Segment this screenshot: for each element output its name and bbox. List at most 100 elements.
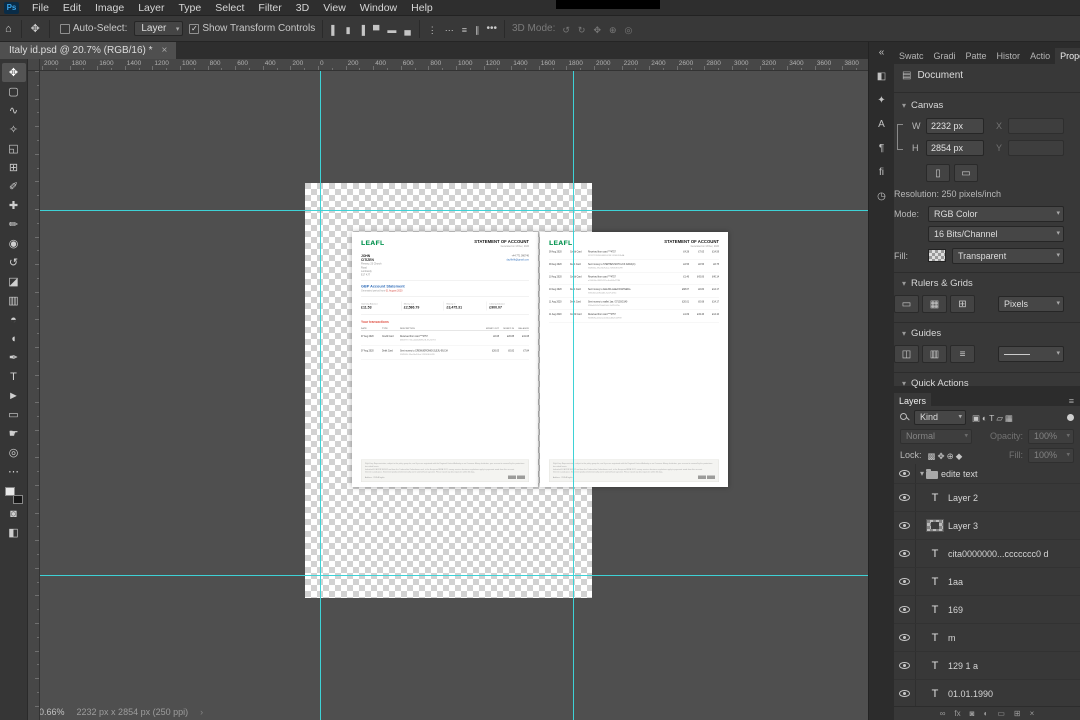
shape-tool[interactable]: ▭ (2, 405, 26, 424)
edit-toolbar-icon[interactable]: ⋯ (2, 462, 26, 481)
landscape-orientation-button[interactable]: ▭ (954, 164, 978, 182)
layer-fill-dropdown[interactable]: 100% (1028, 447, 1074, 463)
layers-bottom-icon-4[interactable]: ▭ (997, 709, 1005, 718)
visibility-cell[interactable] (894, 540, 916, 567)
type-layer-thumbnail[interactable]: T (926, 491, 944, 505)
frame-tool[interactable]: ⊞ (2, 158, 26, 177)
eye-icon[interactable] (899, 690, 910, 697)
visibility-cell[interactable] (894, 464, 916, 483)
tab-actio[interactable]: Actio (1025, 48, 1056, 64)
align-icon-5[interactable]: ▄ (400, 25, 414, 35)
eye-icon[interactable] (899, 494, 910, 501)
menu-3d[interactable]: 3D (289, 0, 316, 16)
eyedropper-tool[interactable]: ✐ (2, 177, 26, 196)
layer-row-6[interactable]: T 129 1 a (894, 652, 1080, 680)
align-icon-1[interactable]: ▮ (342, 25, 355, 35)
type-layer-thumbnail[interactable]: T (926, 547, 944, 561)
layer-row-7[interactable]: T 01.01.1990 (894, 680, 1080, 706)
collapse-panels-icon[interactable]: « (879, 47, 885, 58)
layer-row-2[interactable]: Tcita0000000...ccccccc0 d (894, 540, 1080, 568)
menu-image[interactable]: Image (88, 0, 131, 16)
type-layer-thumbnail[interactable]: T (926, 631, 944, 645)
status-chevron-icon[interactable]: › (200, 707, 203, 717)
distribute-icon-2[interactable]: ≡ (458, 25, 471, 35)
crop-tool[interactable]: ◱ (2, 139, 26, 158)
home-icon[interactable]: ⌂ (0, 23, 17, 35)
layer-row-4[interactable]: T 169 (894, 596, 1080, 624)
layer-row-5[interactable]: Tm (894, 624, 1080, 652)
menu-file[interactable]: File (25, 0, 56, 16)
layers-bottom-icon-3[interactable]: ◐ (984, 709, 989, 718)
healing-brush-tool[interactable]: ✚ (2, 196, 26, 215)
ruler-grid-button-0[interactable]: ▭ (894, 295, 919, 313)
eye-icon[interactable] (899, 550, 910, 557)
layers-bottom-icon-5[interactable]: ⊞ (1014, 709, 1021, 718)
visibility-cell[interactable] (894, 652, 916, 679)
hand-tool[interactable]: ☛ (2, 424, 26, 443)
eraser-tool[interactable]: ◪ (2, 272, 26, 291)
align-icon-0[interactable]: ▌ (327, 25, 341, 35)
tab-histor[interactable]: Histor (991, 48, 1026, 64)
zoom-tool[interactable]: ◎ (2, 443, 26, 462)
layers-bottom-icon-1[interactable]: fx (954, 709, 960, 718)
layer-row-3[interactable]: T 1aa (894, 568, 1080, 596)
tab-layers[interactable]: Layers (894, 393, 932, 406)
opacity-dropdown[interactable]: 100% (1028, 428, 1074, 444)
menu-view[interactable]: View (316, 0, 353, 16)
color-mode-dropdown[interactable]: RGB Color (928, 206, 1064, 222)
visibility-cell[interactable] (894, 680, 916, 706)
type-layer-thumbnail[interactable]: T (926, 687, 944, 701)
layer-thumbnail[interactable] (926, 519, 944, 532)
auto-select-dropdown[interactable]: Layer (134, 21, 184, 36)
bit-depth-dropdown[interactable]: 16 Bits/Channel (928, 226, 1064, 242)
layer-filter-icon-3[interactable]: ▱ (995, 413, 1004, 423)
gradient-tool[interactable]: ▥ (2, 291, 26, 310)
foreground-color[interactable] (4, 487, 15, 496)
guide-horizontal-1[interactable] (28, 210, 868, 211)
fill-swatch[interactable] (928, 249, 946, 262)
layer-filter-icon-0[interactable]: ▣ (971, 413, 981, 423)
guide-button-2[interactable]: ≡ (950, 345, 975, 363)
align-icon-4[interactable]: ▬ (383, 25, 400, 35)
lock-icon-0[interactable]: ▩ (927, 451, 937, 461)
menu-edit[interactable]: Edit (56, 0, 88, 16)
brush-tool[interactable]: ✏ (2, 215, 26, 234)
type-layer-thumbnail[interactable]: T (926, 603, 944, 617)
visibility-cell[interactable] (894, 512, 916, 539)
statement-page-2[interactable]: LEAFL STATEMENT OF ACCOUNT Generated on 13… (540, 232, 728, 487)
tab-close-icon[interactable]: × (162, 45, 168, 56)
guide-vertical-1[interactable] (320, 59, 321, 720)
blur-tool[interactable]: ◓ (2, 310, 26, 329)
marquee-tool[interactable]: ▢ (2, 82, 26, 101)
move-tool[interactable]: ✥ (1, 63, 26, 82)
quick-mask-icon[interactable]: ◙ (2, 504, 26, 523)
character-panel-icon[interactable]: A (878, 119, 885, 130)
layer-group-row[interactable]: ▾ edite text (894, 464, 1080, 484)
guide-vertical-2[interactable] (573, 59, 574, 720)
guide-horizontal-2[interactable] (28, 575, 868, 576)
menu-help[interactable]: Help (404, 0, 440, 16)
statement-page-1[interactable]: LEAFL STATEMENT OF ACCOUNT Generated on 13… (352, 232, 538, 487)
tab-swatc[interactable]: Swatc (894, 48, 929, 64)
ruler-grid-button-1[interactable]: ▦ (922, 295, 947, 313)
units-dropdown[interactable]: Pixels (998, 296, 1064, 312)
adjustments-panel-icon[interactable]: ◧ (877, 71, 886, 82)
path-selection-tool[interactable]: ► (2, 386, 26, 405)
width-input[interactable]: 2232 px (926, 118, 984, 134)
lock-icon-2[interactable]: ⊕ (946, 451, 955, 461)
group-chevron-icon[interactable]: ▾ (920, 469, 924, 478)
type-tool[interactable]: T (2, 367, 26, 386)
eye-icon[interactable] (899, 522, 910, 529)
section-rulers-grids[interactable]: ▾ Rulers & Grids (902, 278, 973, 289)
paragraph-panel-icon[interactable]: ¶ (879, 143, 884, 154)
color-swatches[interactable] (4, 487, 23, 504)
blend-mode-dropdown[interactable]: Normal (900, 428, 972, 444)
lock-icon-1[interactable]: ✥ (937, 451, 946, 461)
tool-preset-icon[interactable]: ✥ (26, 22, 45, 35)
pen-tool[interactable]: ✒ (2, 348, 26, 367)
layers-bottom-icon-6[interactable]: × (1030, 709, 1035, 718)
layer-filter-icon-4[interactable]: ▦ (1004, 413, 1014, 423)
ruler-grid-button-2[interactable]: ⊞ (950, 295, 975, 313)
ruler-horizontal[interactable]: 2000 1800 1600 1400 1200 1000 800 600 400 200 0 200… (40, 59, 868, 71)
eye-icon[interactable] (899, 634, 910, 641)
